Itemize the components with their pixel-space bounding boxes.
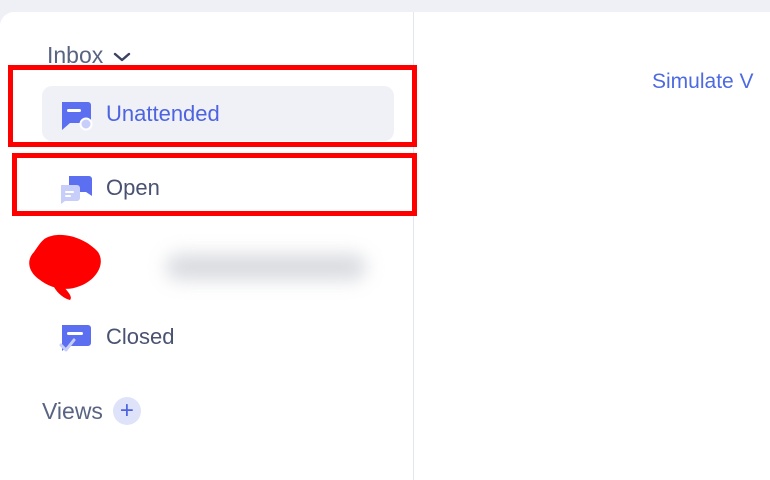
simulate-link[interactable]: Simulate V bbox=[652, 70, 754, 94]
chevron-down-icon bbox=[114, 52, 131, 61]
plus-icon: + bbox=[119, 397, 134, 424]
sidebar-item-closed[interactable]: Closed bbox=[42, 309, 394, 364]
sidebar-item-label: Closed bbox=[106, 323, 175, 349]
redaction-scribble bbox=[29, 234, 101, 300]
blurred-label bbox=[166, 254, 366, 280]
add-view-button[interactable]: + bbox=[112, 397, 141, 425]
views-label: Views bbox=[42, 397, 103, 424]
highlight-box-unattended bbox=[8, 65, 417, 147]
highlight-box-open bbox=[12, 153, 417, 216]
views-section: Views + bbox=[42, 397, 141, 425]
closed-chat-icon bbox=[59, 325, 91, 352]
redacted-sidebar-item[interactable] bbox=[26, 230, 376, 310]
